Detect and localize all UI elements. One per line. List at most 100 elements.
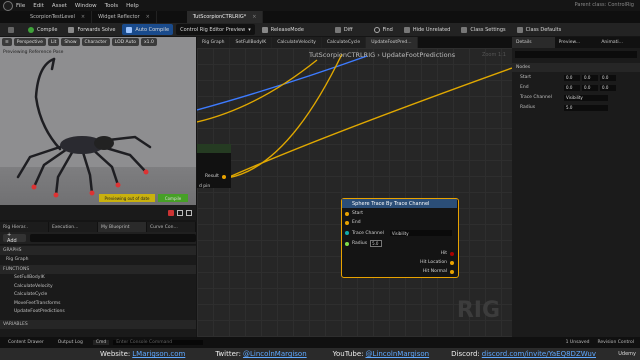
- release-mode-label: ReleaseMode: [270, 26, 304, 33]
- end-label: End: [352, 220, 361, 225]
- tab-control-rig[interactable]: TutScorpionCTRLRIG* ×: [186, 11, 264, 23]
- end-pin[interactable]: End: [345, 220, 361, 225]
- youtube-link[interactable]: @LincolnMargison: [365, 350, 429, 358]
- chevron-down-icon: ▾: [248, 26, 251, 33]
- unsaved-indicator[interactable]: 1 Unsaved: [566, 340, 590, 345]
- play-icon[interactable]: [186, 209, 192, 216]
- hit-location-pin[interactable]: Hit Location: [420, 260, 454, 265]
- revision-control-button[interactable]: Revision Control: [597, 340, 634, 345]
- tab-calculatevelocity[interactable]: CalculateVelocity: [272, 37, 322, 48]
- auto-compile-button[interactable]: Auto Compile: [122, 24, 174, 35]
- menu-window[interactable]: Window: [75, 3, 97, 9]
- twitter-link[interactable]: @LincolnMargison: [243, 350, 307, 358]
- end-x-input[interactable]: 0.0: [564, 84, 580, 91]
- tab-rig-graph[interactable]: Rig Graph: [197, 37, 231, 48]
- previous-node-header: [197, 144, 231, 153]
- class-settings-button[interactable]: Class Settings: [457, 24, 509, 35]
- start-label: Start: [352, 211, 363, 216]
- section-label: GRAPHS: [3, 248, 22, 253]
- search-input[interactable]: [30, 234, 196, 242]
- discord-link[interactable]: discord.com/invite/YaEQ8DZWuv: [482, 350, 596, 358]
- content-drawer-button[interactable]: Content Drawer: [8, 340, 44, 345]
- details-search-input[interactable]: [515, 51, 637, 58]
- tab-widget-reflector[interactable]: Widget Reflector ×: [92, 11, 157, 23]
- diff-button[interactable]: Diff: [331, 24, 357, 35]
- end-y-input[interactable]: 0.0: [582, 84, 598, 91]
- start-z-input[interactable]: 0.0: [600, 74, 616, 81]
- viewport[interactable]: ≡ Perspective Lit Show Character LOD Aut…: [0, 37, 196, 220]
- tab-label: ScorpionTestLevel: [30, 14, 75, 20]
- list-item-function[interactable]: SetFullBodyIK: [0, 274, 196, 283]
- find-button[interactable]: Find: [370, 24, 397, 35]
- record-icon[interactable]: [168, 209, 174, 216]
- hide-unrelated-label: Hide Unrelated: [412, 26, 451, 33]
- list-item-function[interactable]: UpdateFootPredictions: [0, 308, 196, 317]
- start-pin[interactable]: Start: [345, 211, 363, 216]
- save-icon[interactable]: [4, 24, 21, 35]
- section-variables[interactable]: VARIABLES: [0, 320, 196, 329]
- list-item-function[interactable]: CalculateVelocity: [0, 282, 196, 291]
- menu-asset[interactable]: Asset: [52, 3, 67, 9]
- radius-input[interactable]: 5.0: [370, 240, 383, 247]
- tab-updatefootpredictions[interactable]: UpdateFootPred...: [366, 37, 418, 48]
- close-icon[interactable]: ×: [146, 14, 150, 20]
- forwards-solve-button[interactable]: Forwards Solve: [64, 24, 119, 35]
- tab-preview[interactable]: Preview...: [555, 37, 598, 48]
- menu-file[interactable]: File: [16, 3, 25, 9]
- list-item-rig-graph[interactable]: Rig Graph: [0, 255, 196, 264]
- start-y-input[interactable]: 0.0: [582, 74, 598, 81]
- start-x-input[interactable]: 0.0: [564, 74, 580, 81]
- result-pin[interactable]: Result: [205, 174, 229, 179]
- tab-details[interactable]: Details: [512, 37, 555, 48]
- console-input[interactable]: Enter Console Command: [113, 340, 204, 345]
- add-button[interactable]: + Add: [3, 232, 27, 244]
- rig-watermark: RIG: [456, 298, 500, 323]
- close-icon[interactable]: ×: [81, 14, 85, 20]
- section-label: Nodes: [516, 65, 531, 70]
- website-link[interactable]: LMarigson.com: [132, 350, 185, 358]
- menu-help[interactable]: Help: [126, 3, 139, 9]
- list-item-function[interactable]: CalculateCycle: [0, 291, 196, 300]
- release-mode-button[interactable]: ReleaseMode: [258, 24, 308, 35]
- sphere-trace-node[interactable]: Sphere Trace By Trace Channel Start End …: [341, 198, 459, 278]
- tab-my-blueprint[interactable]: My Blueprint: [98, 222, 147, 232]
- section-nodes[interactable]: Nodes: [512, 63, 640, 72]
- menu-tools[interactable]: Tools: [105, 3, 119, 9]
- compile-button[interactable]: Compile: [24, 24, 61, 35]
- viewport-compile-button[interactable]: Compile: [158, 194, 188, 202]
- section-graphs[interactable]: GRAPHS: [0, 246, 196, 255]
- list-item-label: SetFullBodyIK: [14, 275, 45, 281]
- end-z-input[interactable]: 0.0: [600, 84, 616, 91]
- previewing-warning[interactable]: Previewing out of date: [99, 194, 155, 202]
- tab-execution-stack[interactable]: Execution...: [49, 222, 98, 232]
- trace-channel-dropdown[interactable]: Visibility: [389, 230, 452, 236]
- section-functions[interactable]: FUNCTIONS: [0, 264, 196, 274]
- hit-location-label: Hit Location: [420, 260, 447, 265]
- cmd-dropdown[interactable]: Cmd: [92, 340, 110, 345]
- stop-icon[interactable]: [177, 209, 183, 216]
- close-icon[interactable]: ×: [252, 14, 256, 20]
- hit-label: Hit: [440, 251, 447, 256]
- menu-edit[interactable]: Edit: [33, 3, 44, 9]
- tab-setfullbodyik[interactable]: SetFullBodyIK: [230, 37, 273, 48]
- output-log-button[interactable]: Output Log: [58, 340, 83, 345]
- preview-dropdown[interactable]: Control Rig Editor Preview ▾: [176, 24, 255, 35]
- hide-unrelated-button[interactable]: Hide Unrelated: [400, 24, 455, 35]
- list-item-function[interactable]: MoveFeetTransforms: [0, 299, 196, 308]
- tab-animation[interactable]: Animati...: [597, 37, 640, 48]
- trace-channel-dropdown[interactable]: Visibility: [564, 94, 608, 101]
- tab-level[interactable]: ScorpionTestLevel ×: [24, 11, 93, 23]
- tab-calculatecycle[interactable]: CalculateCycle: [321, 37, 367, 48]
- radius-pin[interactable]: Radius 5.0: [345, 240, 383, 247]
- wires: [197, 53, 512, 179]
- tab-rig-hierarchy[interactable]: Rig Hierar..: [0, 222, 49, 232]
- tab-curve-container[interactable]: Curve Con...: [147, 222, 196, 232]
- hit-pin[interactable]: Hit: [441, 251, 454, 256]
- graph-canvas[interactable]: TutScorpionCTRLRIG › UpdateFootPredictio…: [197, 48, 512, 337]
- hit-normal-pin[interactable]: Hit Normal: [423, 269, 454, 274]
- radius-input[interactable]: 5.0: [564, 104, 608, 111]
- status-bar: Content Drawer Output Log Cmd Enter Cons…: [0, 337, 640, 348]
- class-defaults-button[interactable]: Class Defaults: [513, 24, 566, 35]
- details-tabs: Details Preview... Animati...: [512, 37, 640, 48]
- trace-channel-pin[interactable]: Trace Channel Visibility: [345, 230, 452, 236]
